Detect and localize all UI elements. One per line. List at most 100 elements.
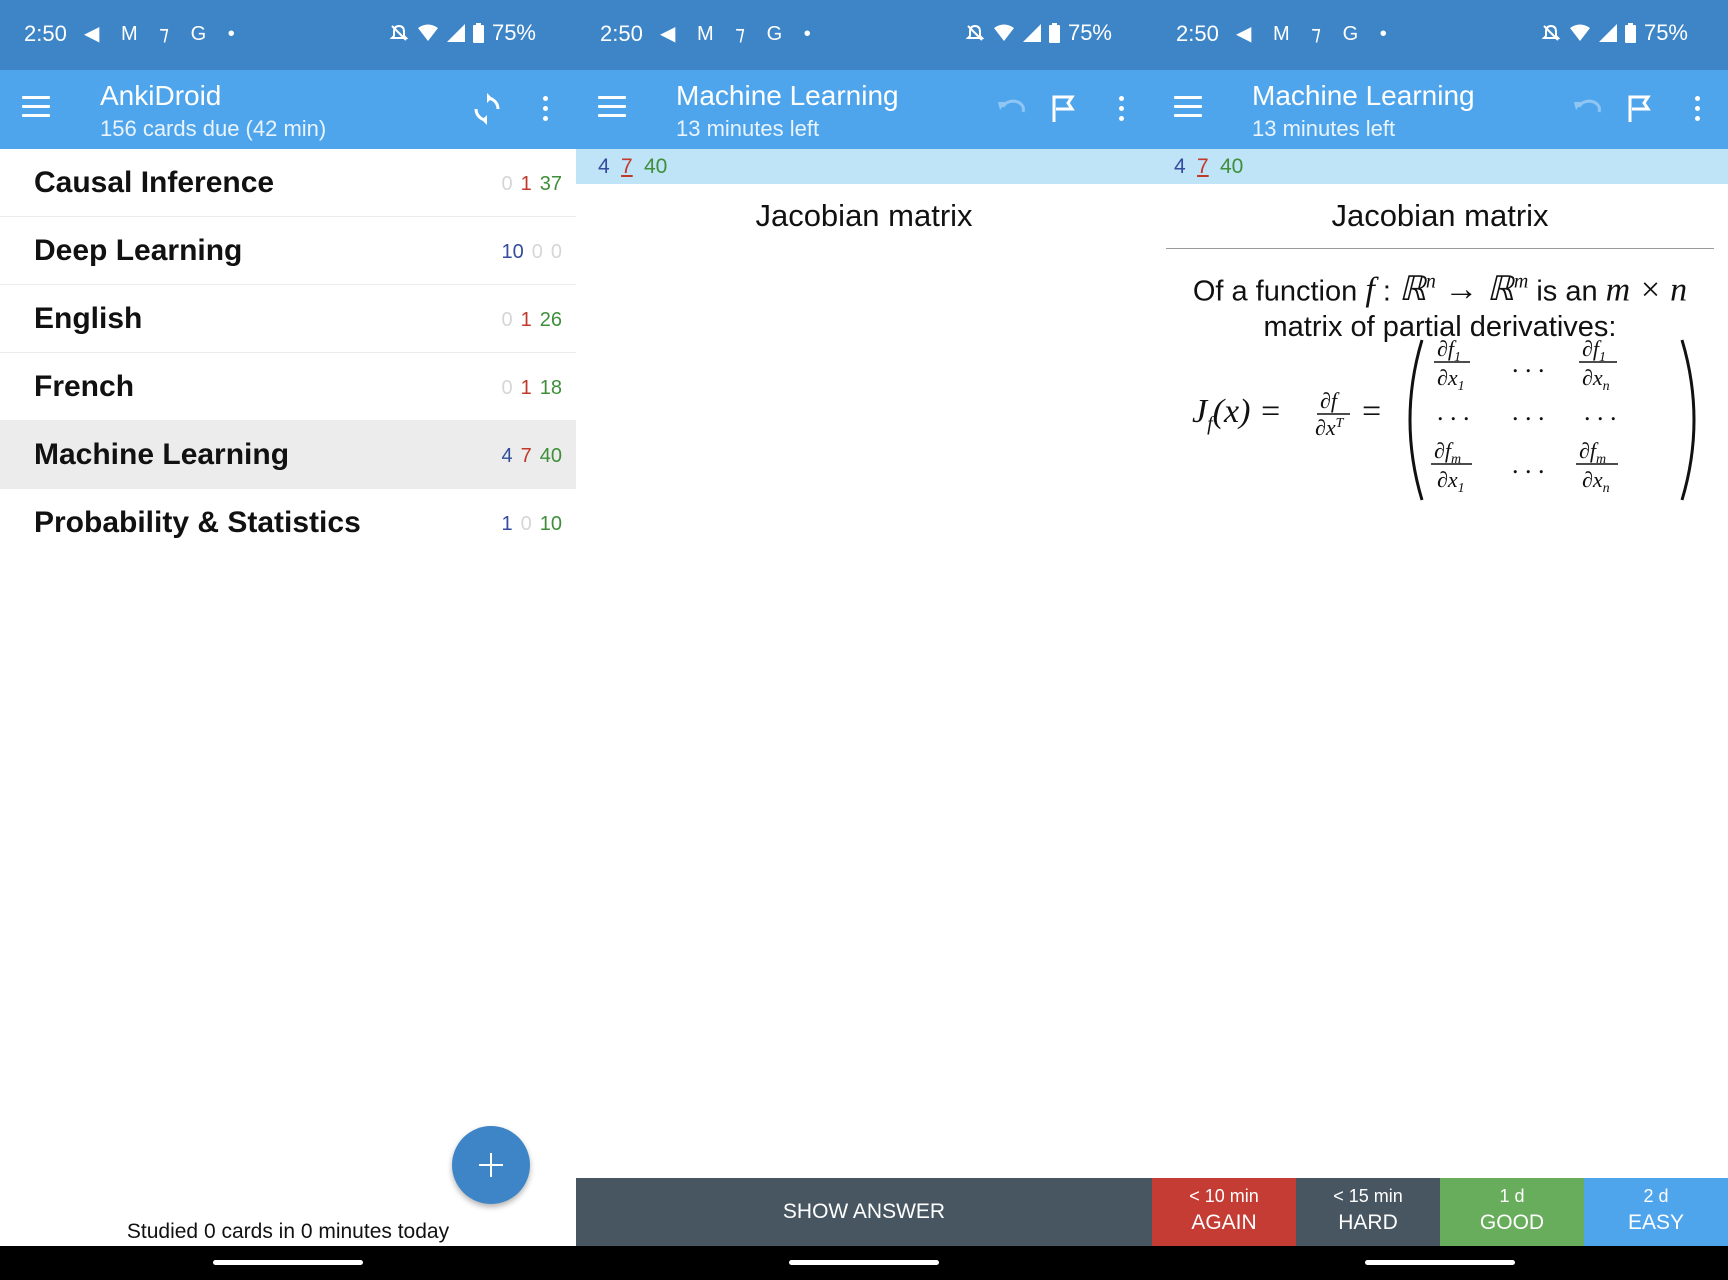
deck-name: English [34, 302, 143, 335]
matrix-dimensions: m × n [1605, 271, 1688, 309]
svg-text:∂x1: ∂x1 [1437, 467, 1465, 496]
learn-count: 0 [520, 513, 532, 535]
hamburger-menu-icon[interactable] [598, 96, 628, 122]
card-question: Jacobian matrix [1331, 198, 1549, 233]
new-count: 0 [501, 173, 513, 195]
signal-icon [1598, 24, 1617, 42]
undo-icon[interactable] [994, 92, 1028, 126]
wifi-icon [417, 24, 438, 41]
review-count: 0 [550, 241, 562, 263]
status-time: 2:50 [1176, 21, 1219, 46]
svg-text:. . .: . . . [1512, 349, 1545, 378]
app-bar: Machine Learning 13 minutes left [1152, 70, 1728, 149]
more-options-icon[interactable] [541, 96, 549, 124]
svg-text:∂fm: ∂fm [1579, 438, 1606, 467]
jacobian-formula: Jf(x) = ∂f ∂xT = ∂f1 ∂x1 . . . ∂f1 ∂xn .… [1192, 336, 1696, 501]
learn-count: 0 [531, 241, 543, 263]
mute-icon [1541, 24, 1561, 41]
review-count: 40 [1220, 155, 1244, 178]
deck-row-english[interactable]: English 0 1 26 [0, 285, 576, 353]
deck-picker-screen: 2:50 ◀ M ⁊ G • 75% AnkiDroid 156 cards d… [0, 0, 576, 1280]
learn-count: 7 [1197, 155, 1209, 178]
deck-name: Machine Learning [34, 438, 290, 471]
status-right: 75% [389, 20, 536, 46]
again-label: AGAIN [1191, 1211, 1257, 1234]
learn-count: 7 [621, 155, 633, 178]
app-title: AnkiDroid [100, 80, 222, 111]
time-left: 13 minutes left [676, 116, 820, 141]
more-options-icon[interactable] [1117, 96, 1125, 124]
deck-row-probability-statistics[interactable]: Probability & Statistics 1 0 10 [0, 489, 576, 557]
notification-icons: ◀ M ⁊ G • [660, 23, 819, 45]
hard-label: HARD [1338, 1211, 1398, 1234]
svg-text:∂f: ∂f [1320, 388, 1340, 413]
easy-interval: 2 d [1643, 1186, 1669, 1206]
deck-counts: 10 0 0 [494, 241, 563, 264]
undo-icon[interactable] [1570, 92, 1604, 126]
deck-row-causal-inference[interactable]: Causal Inference 0 1 37 [0, 149, 576, 217]
new-count: 10 [501, 241, 524, 263]
time-left: 13 minutes left [1252, 116, 1396, 141]
home-gesture-handle[interactable] [213, 1260, 363, 1265]
ease-buttons-bar: < 10 min AGAIN < 15 min HARD 1 d GOOD 2 … [1152, 1178, 1728, 1246]
status-bar: 2:50 ◀ M ⁊ G • 75% [576, 0, 1152, 70]
answer-bar: SHOW ANSWER [576, 1178, 1152, 1246]
review-count: 37 [539, 173, 562, 195]
svg-text:∂f1: ∂f1 [1582, 336, 1606, 365]
hard-button[interactable]: < 15 min HARD [1296, 1178, 1440, 1246]
reviewer-question-screen: 2:50 ◀ M ⁊ G • 75% Machine Learning 13 m… [576, 0, 1152, 1280]
svg-text:∂x1: ∂x1 [1437, 365, 1465, 394]
status-bar: 2:50 ◀ M ⁊ G • 75% [1152, 0, 1728, 70]
battery-level: 75% [491, 20, 536, 45]
hamburger-menu-icon[interactable] [1174, 96, 1204, 122]
gesture-nav-bar [0, 1246, 576, 1280]
app-bar: AnkiDroid 156 cards due (42 min) [0, 70, 576, 149]
notification-icons: ◀ M ⁊ G • [1236, 23, 1395, 45]
deck-counts: 4 7 40 [494, 445, 563, 468]
deck-title: Machine Learning [1252, 80, 1475, 111]
battery-icon [1048, 23, 1060, 43]
study-summary: Studied 0 cards in 0 minutes today [126, 1220, 450, 1243]
easy-button[interactable]: 2 d EASY [1584, 1178, 1728, 1246]
home-gesture-handle[interactable] [789, 1260, 939, 1265]
new-count: 4 [501, 445, 513, 467]
show-answer-button[interactable]: SHOW ANSWER [576, 1178, 1152, 1246]
signal-icon [446, 24, 465, 42]
app-bar: Machine Learning 13 minutes left [576, 70, 1152, 149]
deck-title: Machine Learning [676, 80, 899, 111]
add-fab-button[interactable] [452, 1126, 530, 1204]
learn-count: 1 [520, 377, 532, 399]
status-right: 75% [1541, 20, 1688, 46]
sync-icon[interactable] [470, 92, 504, 126]
notification-icons: ◀ M ⁊ G • [84, 23, 243, 45]
review-count: 40 [644, 155, 668, 178]
home-gesture-handle[interactable] [1365, 1260, 1515, 1265]
svg-text:. . .: . . . [1584, 397, 1617, 426]
gesture-nav-bar [1152, 1246, 1728, 1280]
status-time: 2:50 [600, 21, 643, 46]
flag-icon[interactable] [1622, 92, 1656, 126]
again-button[interactable]: < 10 min AGAIN [1152, 1178, 1296, 1246]
battery-icon [1624, 23, 1636, 43]
good-button[interactable]: 1 d GOOD [1440, 1178, 1584, 1246]
deck-row-french[interactable]: French 0 1 18 [0, 353, 576, 421]
deck-counts: 0 1 26 [494, 309, 563, 332]
deck-row-deep-learning[interactable]: Deep Learning 10 0 0 [0, 217, 576, 285]
svg-text:∂xn: ∂xn [1582, 467, 1610, 496]
status-time: 2:50 [24, 21, 67, 46]
more-options-icon[interactable] [1693, 96, 1701, 124]
svg-text:. . .: . . . [1512, 450, 1545, 479]
wifi-icon [1569, 24, 1590, 41]
svg-text:∂fm: ∂fm [1434, 438, 1461, 467]
deck-name: French [34, 370, 135, 403]
gesture-nav-bar [576, 1246, 1152, 1280]
deck-row-machine-learning[interactable]: Machine Learning 4 7 40 [0, 421, 576, 489]
flag-icon[interactable] [1046, 92, 1080, 126]
learn-count: 1 [520, 173, 532, 195]
mute-icon [389, 24, 409, 41]
hard-interval: < 15 min [1333, 1186, 1403, 1206]
new-count: 0 [501, 309, 513, 331]
signal-icon [1022, 24, 1041, 42]
deck-counts: 1 0 10 [494, 513, 563, 536]
hamburger-menu-icon[interactable] [22, 96, 52, 122]
